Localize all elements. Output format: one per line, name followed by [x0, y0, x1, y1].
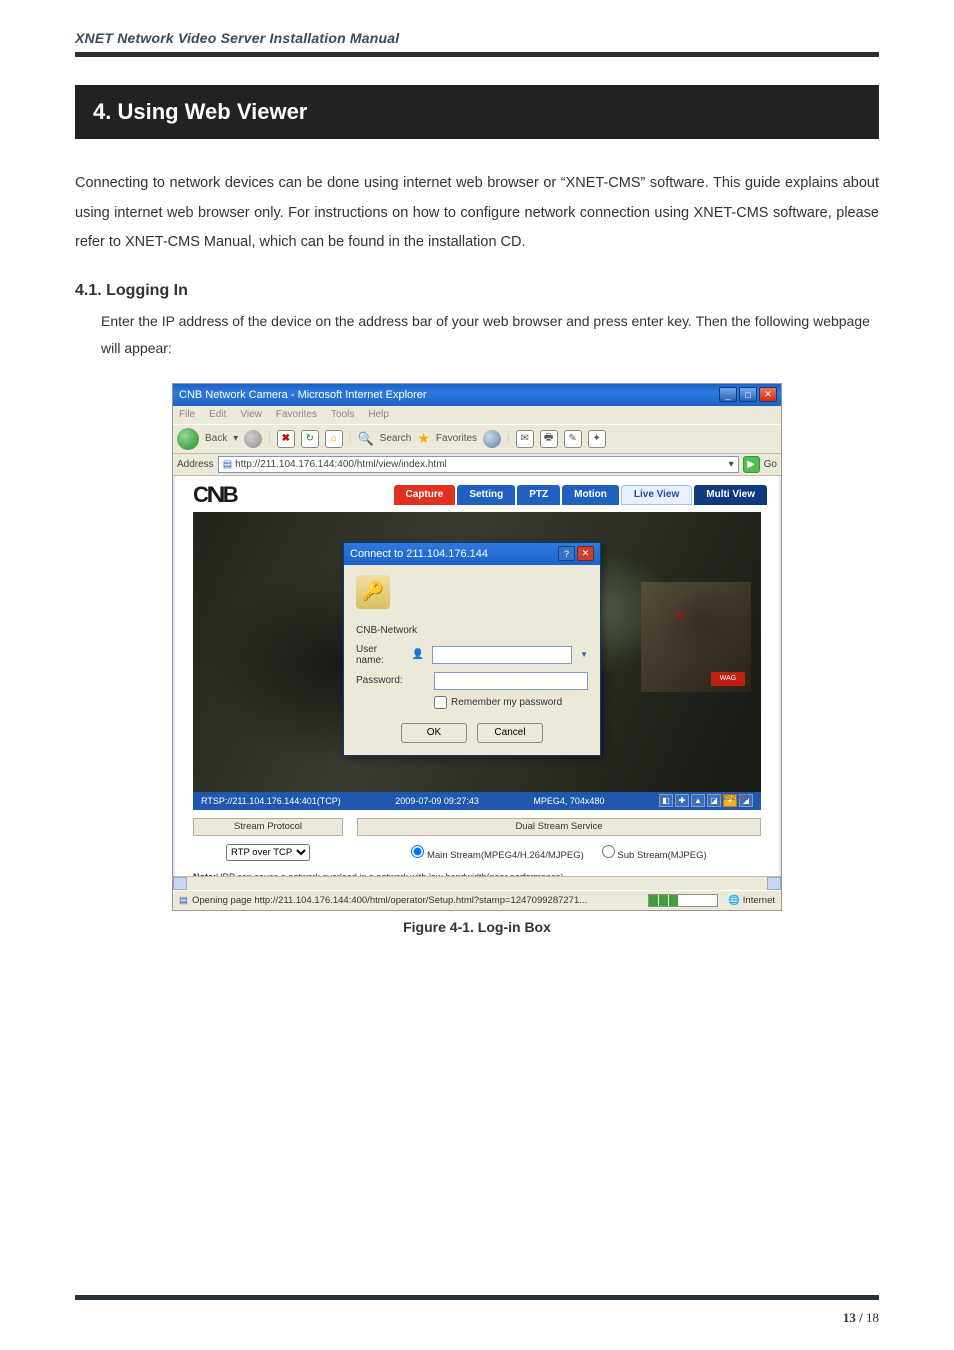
tab-multi-view[interactable]: Multi View	[694, 485, 767, 505]
rtsp-statusbar: RTSP://211.104.176.144:401(TCP) 2009-07-…	[193, 792, 761, 810]
maximize-icon[interactable]: □	[739, 387, 757, 402]
scroll-right-icon[interactable]	[767, 877, 781, 890]
minimize-icon[interactable]: _	[719, 387, 737, 402]
internet-zone-icon: 🌐	[728, 895, 740, 906]
video-preview: WAG Connect to 211.104.176.144 ? ✕ 🔑 CNB…	[193, 512, 761, 792]
ie-statusbar: ▤ Opening page http://211.104.176.144:40…	[173, 890, 781, 910]
password-input[interactable]	[434, 672, 588, 690]
ie-addressbar: Address ▤ http://211.104.176.144:400/htm…	[173, 454, 781, 476]
doc-header: XNET Network Video Server Installation M…	[75, 30, 879, 52]
search-label: Search	[380, 433, 412, 444]
edit-icon[interactable]: ✎	[564, 430, 582, 448]
status-page-icon: ▤	[179, 895, 188, 906]
horizontal-scrollbar[interactable]	[173, 876, 781, 890]
username-input[interactable]	[432, 646, 572, 664]
favorites-star-icon[interactable]: ★	[417, 430, 430, 447]
username-dropdown-icon[interactable]: ▼	[580, 650, 588, 659]
overlay-tool3-icon[interactable]: ▲	[691, 794, 705, 807]
favorites-label: Favorites	[436, 433, 477, 444]
tab-motion[interactable]: Motion	[562, 485, 619, 505]
menu-favorites[interactable]: Favorites	[276, 409, 317, 420]
progress-bar	[648, 894, 718, 907]
address-dropdown-icon[interactable]: ▾	[729, 459, 734, 470]
overlay-tool4-icon[interactable]: ◪	[707, 794, 721, 807]
username-label: User name:	[356, 644, 404, 666]
page-number: 13 / 18	[843, 1310, 879, 1326]
go-label: Go	[764, 459, 777, 470]
address-input[interactable]: ▤ http://211.104.176.144:400/html/view/i…	[218, 456, 739, 473]
status-text: Opening page http://211.104.176.144:400/…	[192, 895, 587, 906]
cancel-button[interactable]: Cancel	[477, 723, 543, 743]
sub-stream-option[interactable]: Sub Stream(MJPEG)	[602, 845, 707, 861]
refresh-icon[interactable]: ↻	[301, 430, 319, 448]
address-url: http://211.104.176.144:400/html/view/ind…	[235, 459, 447, 470]
back-label: Back	[205, 433, 227, 444]
help-icon[interactable]: ?	[558, 546, 575, 561]
internet-zone-label: Internet	[743, 895, 775, 906]
tab-capture[interactable]: Capture	[394, 485, 456, 505]
main-stream-option[interactable]: Main Stream(MPEG4/H.264/MJPEG)	[411, 845, 583, 861]
footer-rule	[75, 1295, 879, 1300]
screenshot-figure: CNB Network Camera - Microsoft Internet …	[172, 383, 782, 911]
forward-icon[interactable]	[244, 430, 262, 448]
ie-toolbar: Back ▾ | ✖ ↻ ⌂ | 🔍 Search ★ Favorites | …	[173, 424, 781, 454]
overlay-tool1-icon[interactable]: ◧	[659, 794, 673, 807]
close-icon[interactable]: ✕	[759, 387, 777, 402]
search-icon[interactable]: 🔍	[357, 431, 373, 447]
menu-edit[interactable]: Edit	[209, 409, 226, 420]
menu-view[interactable]: View	[240, 409, 262, 420]
header-rule	[75, 52, 879, 57]
menu-help[interactable]: Help	[368, 409, 389, 420]
mail-icon[interactable]: ✉	[516, 430, 534, 448]
print-icon[interactable]: 🖶	[540, 430, 558, 448]
window-titlebar: CNB Network Camera - Microsoft Internet …	[173, 384, 781, 406]
note-text: Note:UDP can cause a network overload in…	[193, 872, 761, 876]
stream-protocol-select[interactable]: RTP over TCP	[226, 844, 310, 861]
tab-ptz[interactable]: PTZ	[517, 485, 560, 505]
page-favicon-icon: ▤	[223, 459, 232, 470]
dual-stream-header: Dual Stream Service	[357, 818, 761, 836]
cnb-logo: CNB	[193, 482, 392, 508]
password-label: Password:	[356, 675, 426, 686]
stop-icon[interactable]: ✖	[277, 430, 295, 448]
menu-file[interactable]: File	[179, 409, 195, 420]
login-realm: CNB-Network	[356, 625, 588, 636]
history-icon[interactable]	[483, 430, 501, 448]
menu-tools[interactable]: Tools	[331, 409, 354, 420]
wag-indicator: WAG	[711, 672, 745, 686]
rtsp-url: RTSP://211.104.176.144:401(TCP)	[201, 796, 341, 806]
section-heading: 4. Using Web Viewer	[75, 85, 879, 139]
back-icon[interactable]	[177, 428, 199, 450]
discuss-icon[interactable]: ✦	[588, 430, 606, 448]
rtsp-timestamp: 2009-07-09 09:27:43	[395, 796, 479, 806]
dropdown-icon[interactable]: ▾	[233, 433, 238, 444]
figure-caption: Figure 4-1. Log-in Box	[75, 919, 879, 935]
home-icon[interactable]: ⌂	[325, 430, 343, 448]
rtsp-codec: MPEG4, 704x480	[533, 796, 604, 806]
remember-checkbox[interactable]	[434, 696, 447, 709]
go-button[interactable]: ▶	[743, 456, 760, 473]
sub-paragraph: Enter the IP address of the device on th…	[101, 308, 879, 363]
login-dialog: Connect to 211.104.176.144 ? ✕ 🔑 CNB-Net…	[343, 542, 601, 756]
tab-live-view[interactable]: Live View	[621, 485, 692, 505]
scroll-left-icon[interactable]	[173, 877, 187, 890]
login-dialog-title: Connect to 211.104.176.144	[350, 548, 488, 560]
remember-label: Remember my password	[451, 697, 562, 708]
overlay-tool2-icon[interactable]: ✚	[675, 794, 689, 807]
ie-menubar: File Edit View Favorites Tools Help	[173, 406, 781, 424]
stream-protocol-header: Stream Protocol	[193, 818, 343, 836]
dialog-close-icon[interactable]: ✕	[577, 546, 594, 561]
tab-setting[interactable]: Setting	[457, 485, 515, 505]
window-title: CNB Network Camera - Microsoft Internet …	[179, 389, 427, 401]
ns-model-label: NS2000	[720, 793, 749, 802]
page-viewport: CNB Capture Setting PTZ Motion Live View…	[173, 476, 781, 876]
user-icon: 👤	[412, 649, 424, 660]
subsection-heading: 4.1. Logging In	[75, 282, 879, 300]
ok-button[interactable]: OK	[401, 723, 467, 743]
keys-icon: 🔑	[356, 575, 390, 609]
address-label: Address	[177, 459, 214, 470]
intro-paragraph: Connecting to network devices can be don…	[75, 169, 879, 258]
